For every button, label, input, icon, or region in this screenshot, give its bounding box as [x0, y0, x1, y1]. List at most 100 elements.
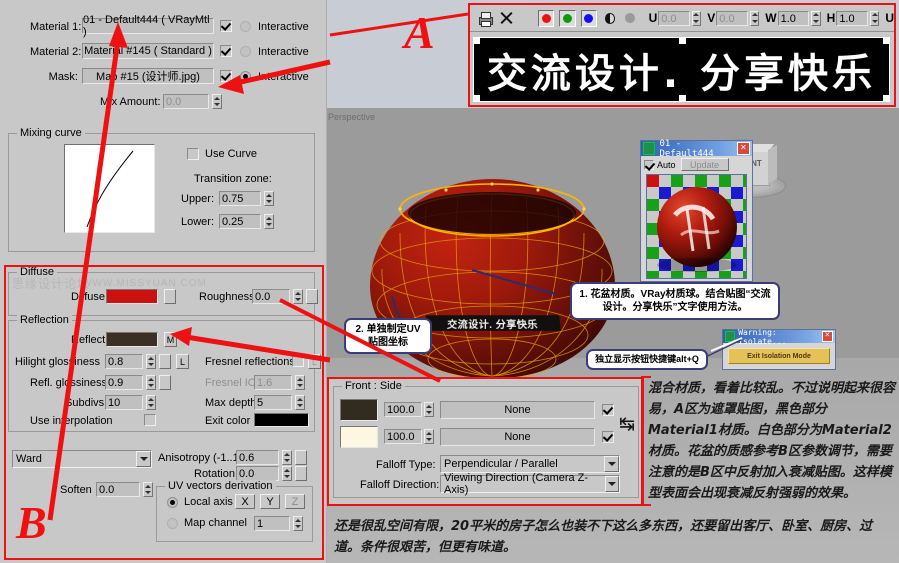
local-axis-radio[interactable]	[167, 497, 178, 508]
material-preview-titlebar[interactable]: 01 - Default444 ✕	[641, 141, 752, 156]
falloff-front-amount-field[interactable]: 100.0	[384, 402, 422, 417]
h-tile-spinner[interactable]	[870, 11, 880, 26]
auto-update-checkbox[interactable]	[644, 160, 654, 170]
rotation-field[interactable]: 0.0	[236, 466, 279, 481]
h-tile-field[interactable]: 1.0	[836, 11, 867, 26]
exit-color-swatch[interactable]	[254, 413, 309, 427]
hilight-glossiness-field[interactable]: 0.8	[105, 354, 143, 369]
subdivs-field[interactable]: 10	[105, 395, 143, 410]
falloff-side-map-button[interactable]: None	[440, 428, 595, 446]
falloff-front-map-button[interactable]: None	[440, 401, 595, 419]
hilight-glossiness-map-button[interactable]	[159, 354, 171, 369]
close-x-icon[interactable]	[498, 10, 513, 26]
mono-channel-icon[interactable]	[625, 13, 634, 23]
diffuse-color-swatch[interactable]	[106, 289, 158, 304]
alpha-channel-icon[interactable]	[605, 13, 615, 24]
w-tile-field[interactable]: 1.0	[778, 11, 809, 26]
v-offset-field[interactable]: 0.0	[716, 11, 747, 26]
soften-field[interactable]: 0.0	[96, 482, 140, 497]
falloff-front-enable-checkbox[interactable]	[602, 404, 614, 416]
isolate-dialog-titlebar[interactable]: Warning: Isolate... ✕	[723, 330, 835, 343]
roughness-spinner[interactable]	[293, 289, 303, 304]
rotation-spinner[interactable]	[282, 466, 292, 481]
hilight-glossiness-lock-button[interactable]: L	[176, 354, 189, 369]
mixing-curve-graph[interactable]	[64, 144, 155, 233]
fresnel-ior-spinner[interactable]	[295, 375, 305, 390]
close-x-icon-isolate[interactable]: ✕	[822, 331, 833, 342]
chevron-down-icon[interactable]	[136, 451, 151, 467]
chevron-down-icon-falloff-type[interactable]	[604, 456, 619, 472]
refl-glossiness-map-button[interactable]	[159, 375, 171, 390]
roughness-field[interactable]: 0.0	[252, 289, 290, 304]
chevron-down-icon-falloff-dir[interactable]	[605, 476, 619, 492]
subdivs-spinner[interactable]	[146, 395, 156, 410]
material-preview-render[interactable]	[646, 174, 747, 279]
falloff-type-combo[interactable]: Perpendicular / Parallel	[440, 455, 620, 473]
use-interpolation-checkbox[interactable]	[144, 414, 156, 426]
u-offset-spinner[interactable]	[692, 11, 702, 26]
update-button[interactable]: Update	[681, 158, 729, 171]
anisotropy-map-button[interactable]	[295, 450, 307, 465]
mix-amount-spinner[interactable]	[212, 94, 222, 109]
printer-icon[interactable]	[477, 10, 492, 26]
image-viewer-canvas[interactable]: 交流设计. 分享快乐	[473, 37, 890, 102]
lower-field[interactable]: 0.25	[219, 214, 261, 229]
map-channel-radio[interactable]	[167, 518, 178, 529]
exit-isolation-mode-button[interactable]: Exit Isolation Mode	[728, 348, 830, 364]
axis-z-button[interactable]: Z	[285, 494, 305, 509]
material1-interactive-label: Interactive	[258, 21, 309, 33]
brdf-shader-combo[interactable]: Ward	[12, 450, 152, 468]
blue-channel-button[interactable]	[581, 10, 597, 27]
refl-glossiness-field[interactable]: 0.9	[105, 375, 143, 390]
fresnel-reflections-checkbox[interactable]	[292, 355, 304, 367]
map-channel-spinner[interactable]	[293, 516, 303, 531]
falloff-front-amount-spinner[interactable]	[424, 402, 434, 417]
mask-interactive-radio[interactable]	[240, 71, 251, 82]
refl-glossiness-spinner[interactable]	[146, 375, 156, 390]
map-channel-field[interactable]: 1	[254, 516, 290, 531]
mask-enable-checkbox[interactable]	[220, 70, 232, 82]
material1-interactive-radio[interactable]	[240, 21, 251, 32]
red-channel-button[interactable]	[538, 10, 554, 27]
falloff-side-color-swatch[interactable]	[340, 426, 378, 448]
falloff-direction-combo[interactable]: Viewing Direction (Camera Z-Axis)	[440, 475, 620, 493]
close-x-icon-preview[interactable]: ✕	[737, 142, 750, 155]
max-depth-spinner[interactable]	[295, 395, 305, 410]
u-offset-field[interactable]: 0.0	[658, 11, 689, 26]
fresnel-ior-field[interactable]: 1.6	[254, 375, 292, 390]
rotation-map-button[interactable]	[295, 466, 307, 481]
axis-x-button[interactable]: X	[235, 494, 255, 509]
use-curve-checkbox[interactable]	[187, 148, 199, 160]
swap-arrows-icon[interactable]: ↹	[619, 411, 635, 437]
lower-spinner[interactable]	[264, 214, 274, 229]
diffuse-map-button[interactable]	[164, 289, 176, 304]
upper-spinner[interactable]	[264, 191, 274, 206]
reflect-color-swatch[interactable]	[106, 332, 158, 347]
v-offset-spinner[interactable]	[750, 11, 760, 26]
falloff-side-amount-spinner[interactable]	[424, 429, 434, 444]
anisotropy-field[interactable]: 0.6	[236, 450, 279, 465]
w-tile-spinner[interactable]	[811, 11, 821, 26]
anisotropy-spinner[interactable]	[282, 450, 292, 465]
falloff-side-amount-field[interactable]: 100.0	[384, 429, 422, 444]
axis-y-button[interactable]: Y	[260, 494, 280, 509]
fresnel-lock-button[interactable]: L	[308, 354, 321, 369]
roughness-map-button[interactable]	[306, 289, 318, 304]
material2-enable-checkbox[interactable]	[220, 45, 232, 57]
mix-amount-row: Mix Amount: 0.0	[0, 93, 326, 111]
mask-slot-button[interactable]: Map #15 (设计师.jpg)	[82, 68, 214, 84]
falloff-front-color-swatch[interactable]	[340, 399, 378, 421]
reflect-map-button[interactable]: M	[164, 332, 177, 347]
soften-spinner[interactable]	[143, 482, 153, 497]
green-channel-button[interactable]	[559, 10, 575, 27]
mix-amount-field[interactable]: 0.0	[163, 94, 209, 109]
material2-slot-button[interactable]: Material #145 ( Standard )	[82, 43, 214, 59]
material1-enable-checkbox[interactable]	[220, 20, 232, 32]
material2-interactive-radio[interactable]	[240, 46, 251, 57]
u-offset-label: U	[649, 11, 658, 25]
falloff-side-enable-checkbox[interactable]	[602, 431, 614, 443]
upper-field[interactable]: 0.75	[219, 191, 261, 206]
max-depth-field[interactable]: 5	[254, 395, 292, 410]
material1-slot-button[interactable]: 01 - Default444 ( VRayMtl )	[82, 18, 214, 34]
hilight-glossiness-spinner[interactable]	[146, 354, 156, 369]
